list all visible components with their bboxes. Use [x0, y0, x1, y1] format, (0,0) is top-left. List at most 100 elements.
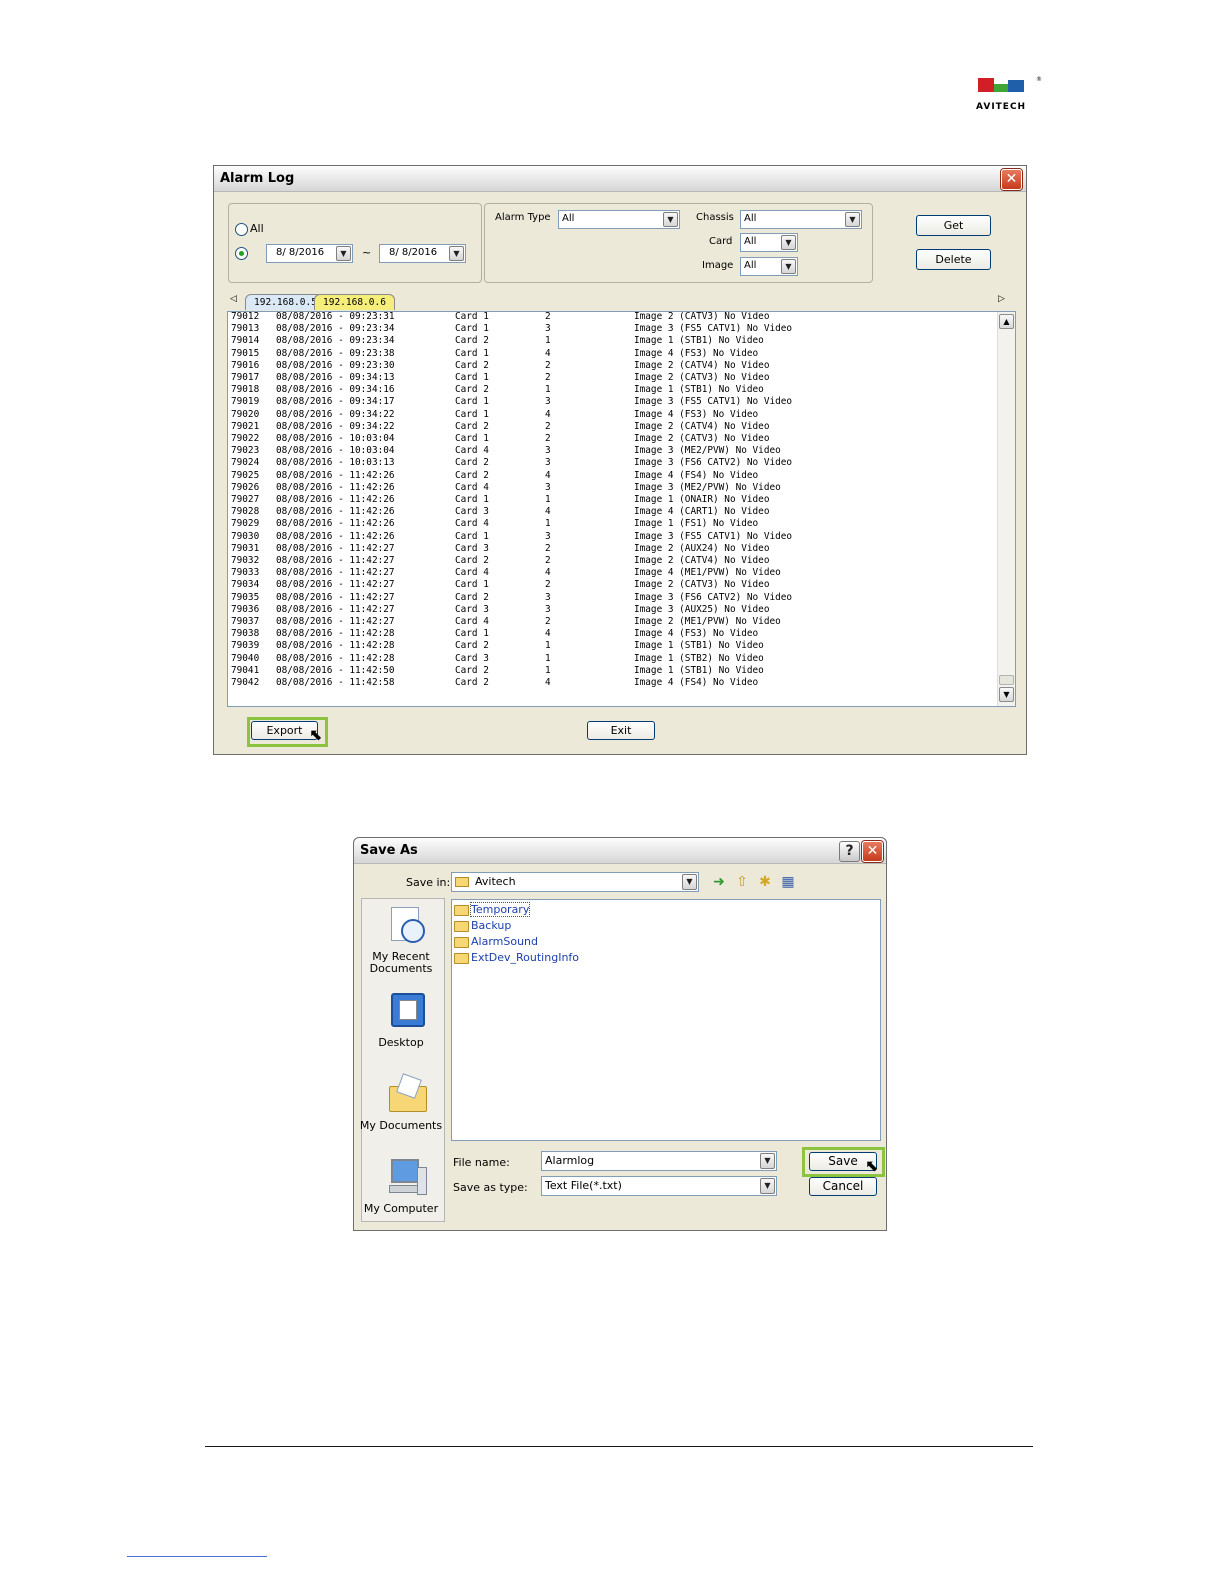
tab-scroll-right-icon[interactable]: ▷: [998, 294, 1005, 304]
radio-date-range[interactable]: [235, 247, 248, 260]
cell-message: Image 2 (CATV3) No Video: [634, 372, 770, 383]
file-name-label: File name:: [453, 1156, 510, 1169]
alarm-list[interactable]: 79012 08/08/2016 - 09:23:31 Card 1 2 Image 2…: [227, 311, 1016, 707]
folder-name: Backup: [471, 919, 512, 932]
save-type-select[interactable]: Text File(*.txt) ▼: [541, 1176, 777, 1196]
cell-id: 79030: [231, 530, 260, 542]
cell-card: Card 1: [455, 433, 489, 444]
cell-message: Image 2 (CATV3) No Video: [634, 311, 770, 322]
card-value: All: [744, 236, 757, 247]
cell-datetime: 08/08/2016 - 11:42:27: [276, 567, 395, 579]
cell-image-number: 3: [545, 481, 551, 493]
chevron-down-icon[interactable]: ▼: [760, 1178, 775, 1194]
chevron-down-icon[interactable]: ▼: [760, 1153, 775, 1169]
cell-id: 79034: [231, 579, 260, 591]
image-select[interactable]: All ▼: [740, 257, 798, 276]
cell-id: 79036: [231, 603, 260, 615]
save-in-select[interactable]: Avitech ▼: [451, 872, 699, 892]
save-as-titlebar: Save As ? ✕: [354, 838, 886, 864]
up-folder-icon[interactable]: ⇧: [733, 873, 751, 891]
cell-card: Card 1: [455, 311, 489, 322]
cell-image-number: 2: [545, 542, 551, 554]
chevron-down-icon[interactable]: ▼: [781, 259, 796, 274]
help-icon[interactable]: ?: [839, 841, 860, 862]
date-to-picker[interactable]: 8/ 8/2016 ▼: [379, 244, 466, 263]
cell-card: Card 3: [455, 506, 489, 518]
view-menu-icon[interactable]: ▦: [779, 873, 797, 891]
cell-message: Image 3 (ME2/PVW) No Video: [634, 445, 781, 457]
alarm-type-select[interactable]: All ▼: [558, 210, 680, 229]
back-icon[interactable]: ➜: [710, 873, 728, 891]
cell-datetime: 08/08/2016 - 09:34:16: [276, 384, 395, 396]
cell-datetime: 08/08/2016 - 11:42:26: [276, 530, 395, 542]
cell-image-number: 1: [545, 640, 551, 652]
close-icon[interactable]: ✕: [1001, 169, 1022, 190]
place-label: My Recent Documents: [369, 950, 433, 975]
cell-message: Image 1 (ONAIR) No Video: [634, 494, 770, 505]
logo-registered-mark: ®: [1036, 76, 1042, 83]
cell-datetime: 08/08/2016 - 11:42:26: [276, 469, 395, 481]
cell-message: Image 1 (FS1) No Video: [634, 518, 759, 530]
cell-image-number: 3: [545, 591, 551, 603]
cell-card: Card 1: [455, 579, 489, 591]
filter-group: Alarm Type All ▼ Chassis All ▼ Card All …: [484, 203, 873, 283]
cell-image-number: 4: [545, 408, 551, 420]
cell-card: Card 3: [455, 603, 489, 615]
card-select[interactable]: All ▼: [740, 233, 798, 252]
cell-message: Image 1 (STB1) No Video: [634, 640, 764, 652]
date-from-picker[interactable]: 8/ 8/2016 ▼: [266, 244, 353, 263]
cell-image-number: 2: [545, 616, 551, 627]
tab-ip-2[interactable]: 192.168.0.6: [314, 294, 395, 310]
cell-card: Card 2: [455, 469, 489, 481]
tab-scroll-left-icon[interactable]: ◁: [230, 294, 237, 304]
window-title: Alarm Log: [220, 171, 295, 186]
file-name-input[interactable]: Alarmlog ▼: [541, 1151, 777, 1171]
new-folder-icon[interactable]: ✱: [756, 873, 774, 891]
radio-all[interactable]: [235, 223, 248, 236]
scroll-up-icon[interactable]: ▲: [999, 314, 1014, 329]
folder-icon: [454, 937, 469, 948]
cell-message: Image 3 (ME2/PVW) No Video: [634, 481, 781, 493]
date-separator: ~: [362, 246, 372, 259]
scroll-thumb[interactable]: [999, 675, 1014, 685]
exit-button[interactable]: Exit: [587, 721, 655, 740]
scroll-down-icon[interactable]: ▼: [999, 687, 1014, 702]
cell-message: Image 3 (AUX25) No Video: [634, 603, 770, 615]
cell-datetime: 08/08/2016 - 09:34:13: [276, 372, 395, 383]
cell-card: Card 1: [455, 323, 489, 335]
chevron-down-icon[interactable]: ▼: [682, 874, 697, 890]
cell-message: Image 3 (FS5 CATV1) No Video: [634, 396, 793, 408]
file-list[interactable]: Temporary Backup AlarmSound ExtDev_Routi…: [451, 899, 881, 1141]
cell-message: Image 2 (CATV4) No Video: [634, 555, 770, 566]
folder-icon: [454, 953, 469, 964]
chevron-down-icon[interactable]: ▼: [845, 212, 860, 227]
cell-id: 79023: [231, 445, 260, 457]
chevron-down-icon[interactable]: ▼: [663, 212, 678, 227]
chevron-down-icon[interactable]: ▼: [336, 246, 351, 261]
mouse-cursor-icon: ⬉: [309, 725, 323, 744]
cancel-button[interactable]: Cancel: [809, 1177, 877, 1196]
delete-button[interactable]: Delete: [916, 249, 991, 270]
chassis-value: All: [744, 213, 757, 224]
chevron-down-icon[interactable]: ▼: [449, 246, 464, 261]
cell-message: Image 2 (CATV4) No Video: [634, 420, 770, 432]
cell-id: 79032: [231, 555, 260, 566]
folder-name: Temporary: [469, 902, 531, 917]
cell-id: 79026: [231, 481, 260, 493]
cell-datetime: 08/08/2016 - 11:42:27: [276, 603, 395, 615]
cell-image-number: 1: [545, 652, 551, 664]
avitech-logo: ® AVITECH: [976, 76, 1046, 114]
chassis-select[interactable]: All ▼: [740, 210, 862, 229]
chevron-down-icon[interactable]: ▼: [781, 235, 796, 250]
close-icon[interactable]: ✕: [862, 841, 883, 862]
file-name-value: Alarmlog: [545, 1154, 595, 1167]
get-button[interactable]: Get: [916, 215, 991, 236]
cell-datetime: 08/08/2016 - 11:42:58: [276, 677, 395, 688]
cell-image-number: 3: [545, 603, 551, 615]
cell-card: Card 1: [455, 408, 489, 420]
list-scrollbar[interactable]: ▲ ▼: [997, 312, 1015, 706]
cell-card: Card 2: [455, 457, 489, 469]
cell-card: Card 1: [455, 628, 489, 640]
alarm-type-value: All: [562, 213, 575, 224]
cell-datetime: 08/08/2016 - 11:42:28: [276, 640, 395, 652]
